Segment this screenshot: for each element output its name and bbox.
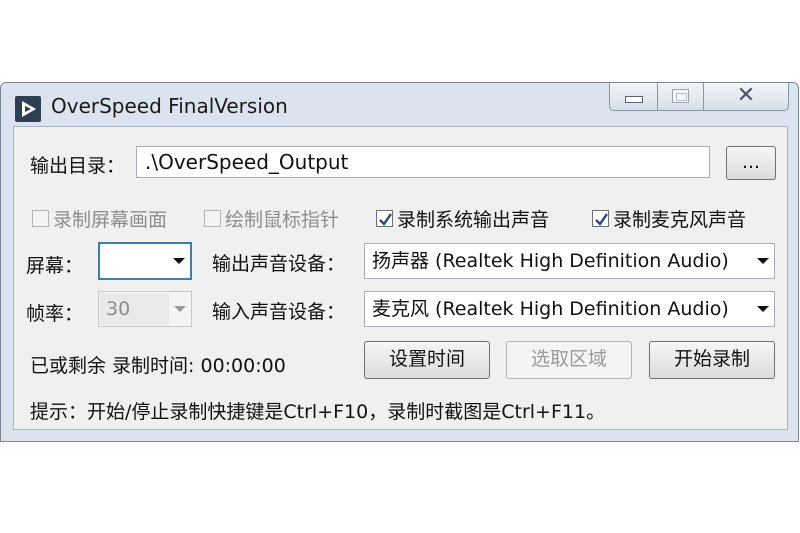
start-record-button[interactable]: 开始录制 xyxy=(649,341,775,379)
record-system-audio-label: 录制系统输出声音 xyxy=(397,209,550,231)
input-device-select[interactable]: 麦克风 (Realtek High Definition Audio) xyxy=(364,291,775,327)
window-title: OverSpeed FinalVersion xyxy=(51,94,288,118)
input-device-value: 麦克风 (Realtek High Definition Audio) xyxy=(372,298,729,320)
chevron-down-icon xyxy=(173,258,185,264)
checkmark-icon xyxy=(592,210,609,227)
framerate-label: 帧率： xyxy=(26,303,84,325)
record-time-status: 已或剩余 录制时间: 00:00:00 xyxy=(30,355,286,377)
app-logo-icon xyxy=(15,96,41,122)
caption-buttons: ✕ xyxy=(609,83,789,111)
record-system-audio-checkbox[interactable]: 录制系统输出声音 xyxy=(376,205,549,232)
minimize-icon xyxy=(625,96,643,103)
framerate-select[interactable]: 30 xyxy=(98,291,192,327)
record-screen-checkbox[interactable]: 录制屏幕画面 xyxy=(32,205,167,232)
minimize-button[interactable] xyxy=(610,83,658,110)
output-dir-label: 输出目录： xyxy=(30,155,126,177)
output-device-select[interactable]: 扬声器 (Realtek High Definition Audio) xyxy=(364,243,775,279)
close-button[interactable]: ✕ xyxy=(704,83,788,110)
output-device-value: 扬声器 (Realtek High Definition Audio) xyxy=(372,250,729,272)
record-mic-audio-label: 录制麦克风声音 xyxy=(613,209,747,231)
record-mic-audio-checkbox[interactable]: 录制麦克风声音 xyxy=(592,205,746,232)
input-device-label: 输入声音设备： xyxy=(212,301,346,323)
select-region-button[interactable]: 选取区域 xyxy=(506,341,632,379)
checkmark-icon xyxy=(376,210,393,227)
close-icon: ✕ xyxy=(736,83,756,108)
output-device-label: 输出声音设备： xyxy=(212,253,346,275)
chevron-down-icon xyxy=(757,306,769,312)
draw-cursor-label: 绘制鼠标指针 xyxy=(225,209,340,231)
screen-select[interactable] xyxy=(98,242,192,280)
chevron-down-icon xyxy=(757,258,769,264)
browse-button[interactable]: ... xyxy=(726,146,776,180)
record-screen-label: 录制屏幕画面 xyxy=(53,209,168,231)
output-dir-input[interactable]: .\OverSpeed_Output xyxy=(136,146,710,178)
screen-label: 屏幕： xyxy=(26,255,84,277)
maximize-icon xyxy=(672,89,689,103)
hint-text: 提示：开始/停止录制快捷键是Ctrl+F10，录制时截图是Ctrl+F11。 xyxy=(30,401,606,423)
maximize-button[interactable] xyxy=(658,83,704,110)
checkbox-box xyxy=(32,210,49,227)
set-time-button[interactable]: 设置时间 xyxy=(364,341,490,379)
client-area: 输出目录： .\OverSpeed_Output ... 录制屏幕画面 绘制鼠标… xyxy=(13,126,788,430)
framerate-value: 30 xyxy=(106,298,131,320)
draw-cursor-checkbox[interactable]: 绘制鼠标指针 xyxy=(204,205,339,232)
checkbox-box xyxy=(204,210,221,227)
app-window: OverSpeed FinalVersion ✕ 输出目录： .\OverSpe… xyxy=(0,82,799,442)
chevron-down-icon xyxy=(174,306,186,312)
